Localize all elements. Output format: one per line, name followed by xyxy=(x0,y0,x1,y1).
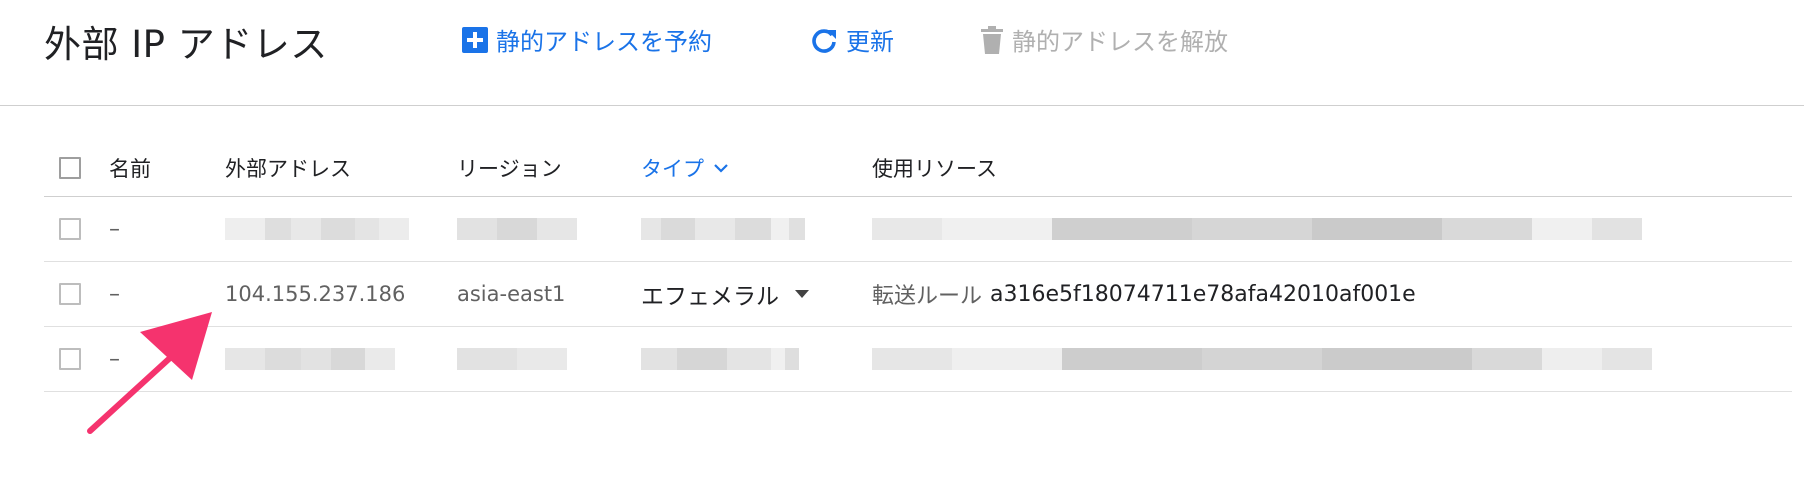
page-title: 外部 IP アドレス xyxy=(44,23,328,66)
row-in-use-by: 転送ルール a316e5f18074711e78afa42010af001e xyxy=(872,262,1416,326)
table-row: – 104.155.237.186 asia-east1 エフェメラル 転送ルー… xyxy=(44,262,1792,327)
redacted-region xyxy=(457,197,577,261)
row-type-value: エフェメラル xyxy=(641,284,779,310)
table-row: – xyxy=(44,327,1792,392)
redacted-address xyxy=(225,197,409,261)
release-static-address-label: 静的アドレスを解放 xyxy=(1012,28,1228,56)
table-row: – xyxy=(44,197,1792,262)
row-region: asia-east1 xyxy=(457,282,566,306)
chevron-down-icon xyxy=(714,164,728,173)
row-type-select[interactable]: エフェメラル xyxy=(641,262,809,326)
row-in-use-resource-link[interactable]: a316e5f18074711e78afa42010af001e xyxy=(990,282,1416,307)
row-address: 104.155.237.186 xyxy=(225,282,406,306)
row-in-use-type: 転送ルール xyxy=(872,284,983,309)
column-header-region[interactable]: リージョン xyxy=(457,140,562,196)
redacted-type xyxy=(641,197,805,261)
column-header-address[interactable]: 外部アドレス xyxy=(225,140,351,196)
reserve-static-address-button[interactable]: 静的アドレスを予約 xyxy=(462,22,712,57)
column-header-name[interactable]: 名前 xyxy=(109,140,151,196)
row-name: – xyxy=(109,216,120,242)
select-all-checkbox[interactable] xyxy=(59,157,81,179)
row-name: – xyxy=(109,346,120,372)
row-checkbox[interactable] xyxy=(59,283,81,305)
table-header-row: 名前 外部アドレス リージョン タイプ 使用リソース xyxy=(44,140,1792,197)
redacted-region xyxy=(457,327,567,391)
refresh-icon xyxy=(810,26,838,54)
release-static-address-button[interactable]: 静的アドレスを解放 xyxy=(980,22,1228,57)
dropdown-triangle-icon xyxy=(795,290,809,298)
toolbar: 外部 IP アドレス 静的アドレスを予約 更新 静的アドレスを解放 xyxy=(0,0,1804,106)
column-header-in-use-by[interactable]: 使用リソース xyxy=(872,140,997,196)
external-ip-table: 名前 外部アドレス リージョン タイプ 使用リソース – – 104.155.2… xyxy=(44,140,1792,392)
column-header-type[interactable]: タイプ xyxy=(641,140,728,196)
reserve-static-address-label: 静的アドレスを予約 xyxy=(496,28,712,56)
column-header-type-label: タイプ xyxy=(641,157,704,181)
row-name: – xyxy=(109,281,120,307)
redacted-in-use-by xyxy=(872,197,1642,261)
redacted-type xyxy=(641,327,799,391)
add-box-icon xyxy=(462,26,488,53)
row-checkbox[interactable] xyxy=(59,218,81,240)
trash-icon xyxy=(980,25,1004,54)
redacted-address xyxy=(225,327,395,391)
refresh-button[interactable]: 更新 xyxy=(810,22,894,57)
redacted-in-use-by xyxy=(872,327,1652,391)
refresh-label: 更新 xyxy=(846,28,894,56)
row-checkbox[interactable] xyxy=(59,348,81,370)
